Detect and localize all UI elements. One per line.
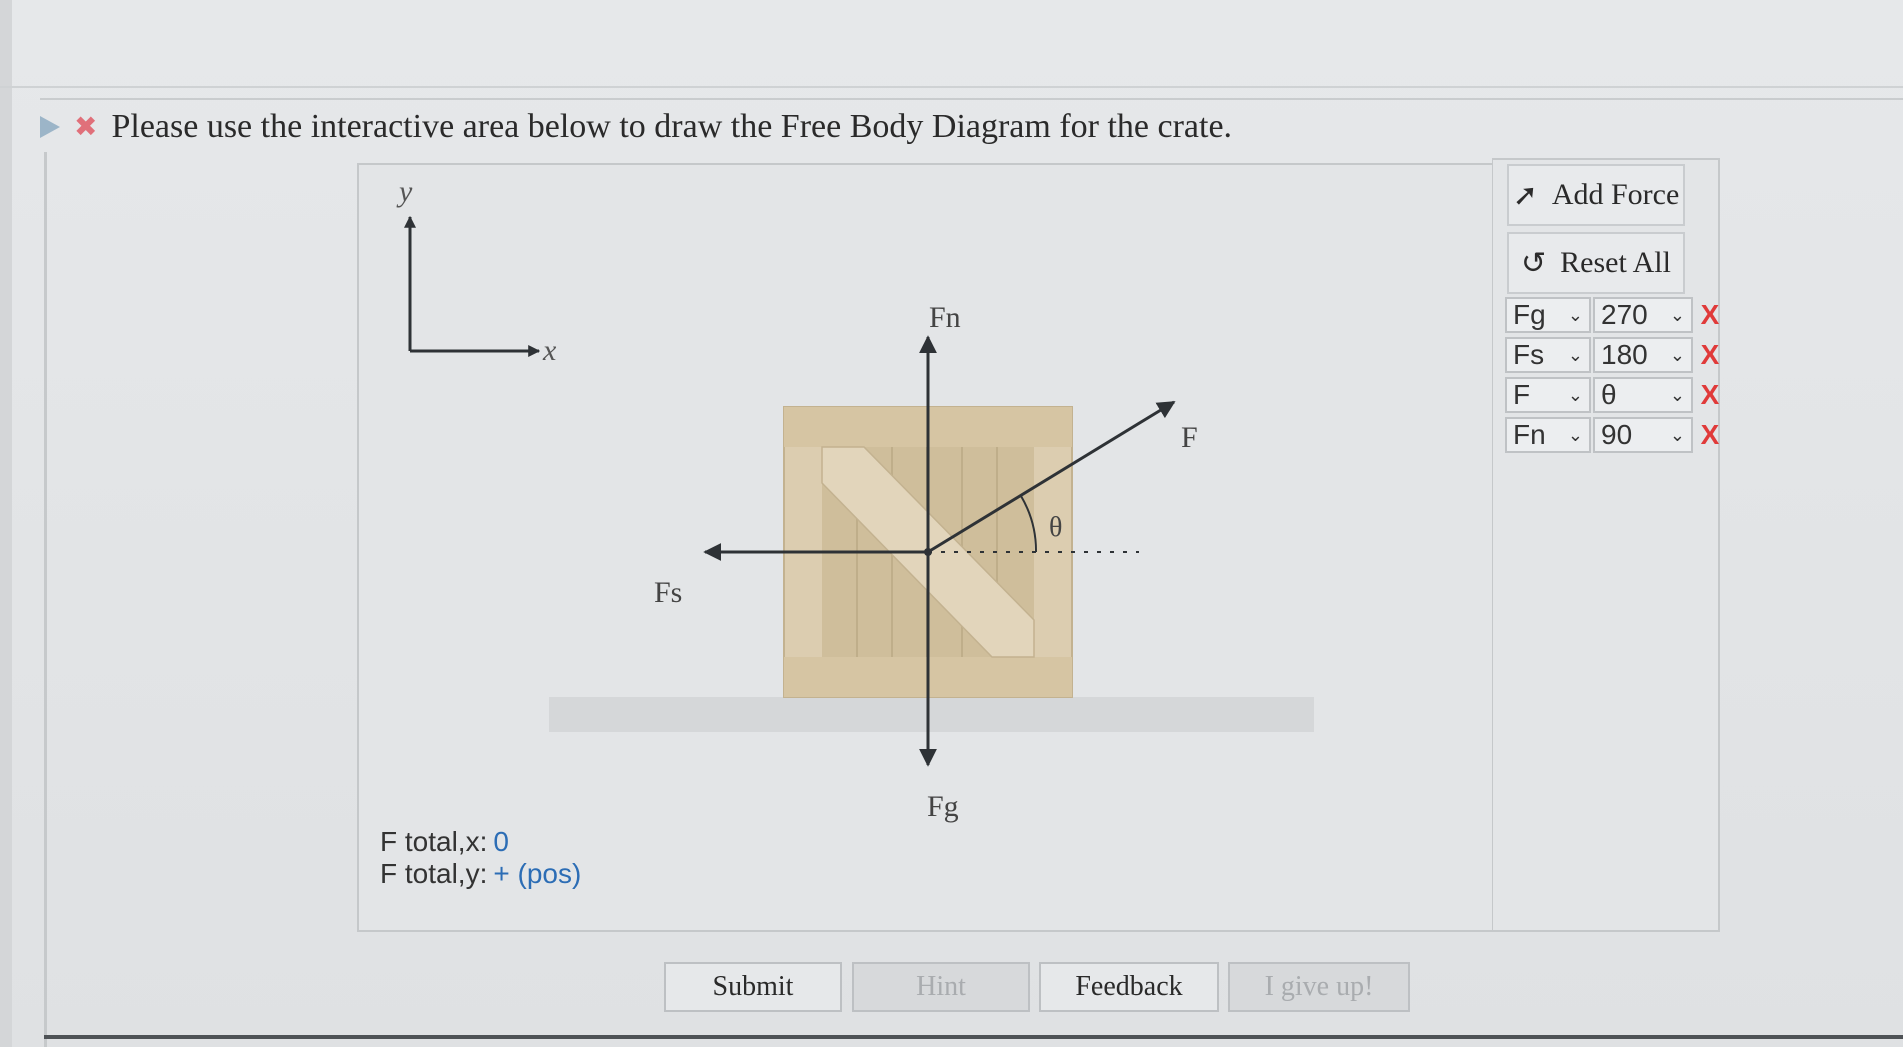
- arrow-up-right-icon: ➚: [1512, 177, 1538, 213]
- add-force-button[interactable]: ➚ Add Force: [1507, 164, 1685, 226]
- force-name-select[interactable]: Fg ⌄: [1505, 297, 1591, 333]
- question-header: ✖ Please use the interactive area below …: [40, 103, 1232, 151]
- delete-force-button[interactable]: X: [1697, 299, 1723, 331]
- force-sidebar: ➚ Add Force ↺ Reset All Fg ⌄ 270 ⌄ X Fs ⌄ 1…: [1492, 158, 1720, 932]
- force-name-select[interactable]: Fn ⌄: [1505, 417, 1591, 453]
- chevron-down-icon: ⌄: [1669, 384, 1685, 406]
- force-angle-select[interactable]: 270 ⌄: [1593, 297, 1693, 333]
- feedback-button[interactable]: Feedback: [1039, 962, 1219, 1012]
- axis-y-label: y: [396, 175, 413, 208]
- floor: [549, 697, 1314, 732]
- left-rail: [44, 152, 47, 1047]
- bottom-divider: [44, 1035, 1903, 1039]
- force-name-value: Fn: [1513, 419, 1546, 450]
- force-angle-value: 180: [1601, 339, 1648, 370]
- force-row: F ⌄ θ ⌄ X: [1505, 376, 1723, 414]
- force-name-select[interactable]: Fs ⌄: [1505, 337, 1591, 373]
- delete-force-button[interactable]: X: [1697, 379, 1723, 411]
- label-fg: Fg: [927, 790, 959, 823]
- section-divider: [40, 98, 1903, 100]
- force-name-value: F: [1513, 379, 1531, 410]
- total-y-row: F total,y: + (pos): [380, 858, 581, 890]
- total-x-row: F total,x: 0: [380, 826, 581, 858]
- force-angle-select[interactable]: 180 ⌄: [1593, 337, 1693, 373]
- reset-icon: ↺: [1521, 245, 1547, 281]
- question-text: Please use the interactive area below to…: [111, 108, 1233, 145]
- force-totals: F total,x: 0 F total,y: + (pos): [380, 826, 581, 890]
- force-origin: [924, 548, 932, 556]
- label-fs: Fs: [654, 576, 682, 609]
- force-row: Fg ⌄ 270 ⌄ X: [1505, 296, 1723, 334]
- chevron-down-icon: ⌄: [1567, 424, 1583, 446]
- give-up-button[interactable]: I give up!: [1228, 962, 1410, 1012]
- total-y-value: + (pos): [493, 858, 582, 889]
- hint-button[interactable]: Hint: [852, 962, 1030, 1012]
- delete-force-button[interactable]: X: [1697, 419, 1723, 451]
- total-x-value: 0: [493, 826, 509, 857]
- diagram-svg: y x Fn F Fs Fg θ: [396, 175, 1314, 823]
- label-fn: Fn: [929, 301, 961, 334]
- force-angle-select[interactable]: 90 ⌄: [1593, 417, 1693, 453]
- force-name-select[interactable]: F ⌄: [1505, 377, 1591, 413]
- chevron-down-icon: ⌄: [1669, 424, 1685, 446]
- window-edge: [0, 0, 12, 1047]
- force-angle-select[interactable]: θ ⌄: [1593, 377, 1693, 413]
- chevron-down-icon: ⌄: [1567, 384, 1583, 406]
- label-theta: θ: [1049, 512, 1062, 543]
- chevron-down-icon: ⌄: [1669, 304, 1685, 326]
- total-y-label: F total,y:: [380, 858, 488, 889]
- force-angle-value: 90: [1601, 419, 1633, 450]
- x-mark-icon: ✖: [74, 110, 98, 143]
- reset-all-label: Reset All: [1560, 246, 1671, 279]
- force-name-value: Fg: [1513, 299, 1546, 330]
- chevron-down-icon: ⌄: [1567, 344, 1583, 366]
- force-row: Fs ⌄ 180 ⌄ X: [1505, 336, 1723, 374]
- force-angle-value: 270: [1601, 299, 1648, 330]
- chevron-down-icon: ⌄: [1567, 304, 1583, 326]
- reset-all-button[interactable]: ↺ Reset All: [1507, 232, 1685, 294]
- axes: y x: [396, 175, 557, 367]
- free-body-canvas[interactable]: y x Fn F Fs Fg θ: [357, 163, 1496, 932]
- axis-x-label: x: [542, 334, 557, 367]
- force-name-value: Fs: [1513, 339, 1545, 370]
- chevron-down-icon: ⌄: [1669, 344, 1685, 366]
- top-divider: [0, 86, 1903, 88]
- force-angle-value: θ: [1601, 379, 1617, 410]
- play-icon[interactable]: [40, 116, 60, 138]
- delete-force-button[interactable]: X: [1697, 339, 1723, 371]
- add-force-label: Add Force: [1551, 178, 1680, 211]
- submit-button[interactable]: Submit: [664, 962, 842, 1012]
- force-row: Fn ⌄ 90 ⌄ X: [1505, 416, 1723, 454]
- total-x-label: F total,x:: [380, 826, 488, 857]
- label-f: F: [1181, 421, 1198, 454]
